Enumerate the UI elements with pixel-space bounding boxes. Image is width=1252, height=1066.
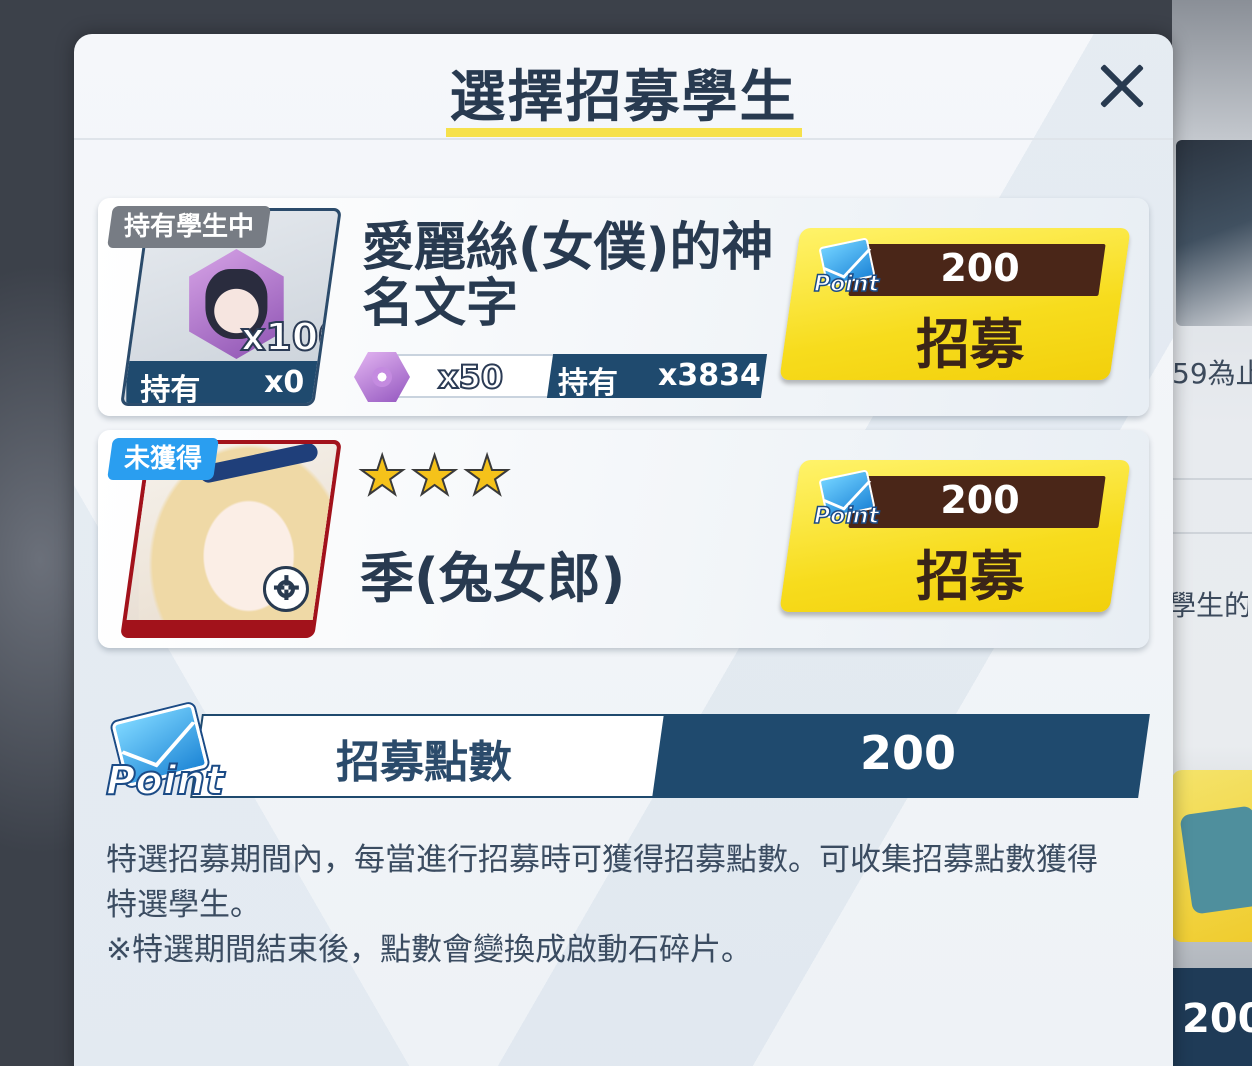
recruit-price: 200 [940, 478, 1020, 522]
recruit-label: 招募 [916, 313, 1024, 376]
status-badge-label: 持有學生中 [124, 212, 255, 242]
student-name: 季(兔女郎) [360, 547, 626, 610]
point-icon-text: Point [105, 757, 225, 805]
status-badge: 持有學生中 [107, 206, 271, 248]
have-label: 持有 [558, 366, 618, 401]
point-envelope-icon: Point [813, 237, 880, 300]
points-label: 招募點數 [336, 737, 512, 788]
background-yellow-card [1172, 770, 1252, 942]
recruit-button[interactable]: Point 200 招募 [779, 460, 1131, 612]
background-divider [1172, 532, 1252, 534]
cost-value: x50 [437, 357, 504, 397]
recruit-button[interactable]: Point 200 招募 [779, 228, 1131, 380]
points-value: 200 [860, 726, 957, 780]
item-quantity: x100 [240, 314, 342, 360]
dialog-header: 選擇招募學生 [74, 34, 1173, 140]
point-icon-text: Point [813, 503, 879, 530]
student-card-toki-bunny[interactable]: 未獲得 ★★★ 季(兔女郎) Point 200 招募 [98, 430, 1149, 648]
target-crosshair-icon[interactable] [262, 566, 309, 612]
cost-row: x50 持有 x3834 [354, 352, 768, 402]
description-line: ※特選期間結束後，點數會變換成啟動石碎片。 [106, 932, 752, 968]
dialog-title: 選擇招募學生 [449, 65, 798, 130]
star-rating-icon: ★★★ [357, 443, 516, 508]
background-value: 200 [1172, 968, 1252, 1066]
status-badge: 未獲得 [107, 438, 219, 480]
background-text-1: 59為止 [1172, 357, 1252, 390]
status-badge-label: 未獲得 [124, 444, 203, 474]
close-icon[interactable] [1092, 56, 1152, 116]
item-name: 愛麗絲(女僕)的神名文字 [362, 218, 774, 334]
owned-label: 持有 [140, 373, 201, 406]
have-value: x3834 [658, 358, 761, 393]
recruit-select-dialog: 選擇招募學生 x100 持有 x0 持有學生中 愛麗絲(女僕)的神名文字 x50… [74, 34, 1173, 1066]
background-character-thumbnail [1176, 140, 1252, 326]
point-envelope-icon: Point [813, 469, 880, 532]
background-envelope-icon [1179, 805, 1252, 915]
recruit-points-bar: Point 招募點數 200 [104, 702, 1150, 806]
recruit-label: 招募 [916, 545, 1024, 608]
owned-bar: 持有 x0 [126, 361, 327, 406]
student-card-alice-maid-eleph[interactable]: x100 持有 x0 持有學生中 愛麗絲(女僕)的神名文字 x50 持有 x38… [98, 198, 1149, 416]
description-line: 特選學生。 [106, 887, 261, 923]
title-underline [446, 128, 802, 137]
description-line: 特選招募期間內，每當進行招募時可獲得招募點數。可收集招募點數獲得 [106, 842, 1098, 878]
point-icon-text: Point [813, 271, 879, 298]
owned-value: x0 [264, 365, 305, 400]
description-text: 特選招募期間內，每當進行招募時可獲得招募點數。可收集招募點數獲得 特選學生。 ※… [106, 838, 1146, 973]
point-envelope-icon: Point [104, 702, 225, 806]
recruit-price: 200 [940, 246, 1020, 290]
background-text-2: 學生的 [1168, 589, 1248, 622]
background-divider [1172, 478, 1252, 480]
background-panel: 59為止 學生的 200 [1168, 0, 1252, 1066]
